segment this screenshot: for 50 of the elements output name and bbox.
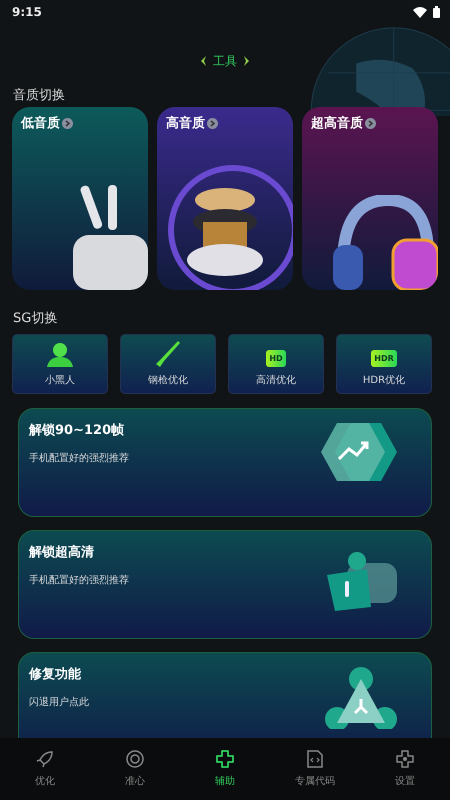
badge-icon: HD xyxy=(266,350,286,367)
status-time: 9:15 xyxy=(12,5,42,19)
nav-tab[interactable]: 优化 xyxy=(10,750,80,788)
target-icon xyxy=(126,750,144,768)
arrow-circle-icon xyxy=(207,118,218,128)
quality-card[interactable]: 低音质 xyxy=(12,107,148,290)
chevron-left-icon xyxy=(200,56,207,66)
settings-icon xyxy=(396,750,414,768)
section-title: SG切换 xyxy=(12,310,58,327)
mode-label: HDR优化 xyxy=(362,374,406,387)
page-title: 工具 xyxy=(213,52,237,70)
rocket-icon xyxy=(36,750,54,768)
rifle-icon xyxy=(156,341,180,367)
cross-icon xyxy=(216,750,234,768)
feature-subtitle: 手机配置好的强烈推荐 xyxy=(29,452,129,465)
badge-icon: HDR xyxy=(371,350,397,367)
feature-title: 修复功能 xyxy=(29,666,82,683)
feature-card[interactable]: 修复功能 闪退用户点此 xyxy=(18,652,432,738)
section-title: 音质切换 xyxy=(12,87,66,104)
wifi-icon xyxy=(413,6,427,18)
quality-card[interactable]: 超高音质 xyxy=(302,107,438,290)
quality-label: 高音质 xyxy=(166,114,205,132)
arrow-circle-icon xyxy=(365,118,376,128)
feature-subtitle: 手机配置好的强烈推荐 xyxy=(29,574,129,587)
trend-hexagon-icon xyxy=(321,423,397,481)
nav-tab[interactable]: 辅助 xyxy=(190,750,260,788)
mode-tile[interactable]: HD 高清优化 xyxy=(228,334,324,394)
mode-tile[interactable]: HDR HDR优化 xyxy=(336,334,432,394)
chevron-right-icon xyxy=(243,56,250,66)
person-icon xyxy=(47,343,73,367)
mode-label: 高清优化 xyxy=(256,374,296,387)
mode-label: 钢枪优化 xyxy=(148,374,188,387)
battery-icon xyxy=(433,6,440,18)
feature-title: 解锁90~120帧 xyxy=(29,422,126,439)
feature-card[interactable]: 解锁90~120帧 手机配置好的强烈推荐 xyxy=(18,408,432,517)
mode-label: 小黑人 xyxy=(45,374,75,387)
nav-tab[interactable]: 准心 xyxy=(100,750,170,788)
feature-subtitle: 闪退用户点此 xyxy=(29,696,89,709)
quality-label: 超高音质 xyxy=(311,114,363,132)
arrow-circle-icon xyxy=(62,118,73,128)
quality-label: 低音质 xyxy=(21,114,60,132)
quality-card[interactable]: 高音质 xyxy=(157,107,293,290)
nav-tab[interactable]: 设置 xyxy=(370,750,440,788)
nav-tab[interactable]: 专属代码 xyxy=(280,750,350,788)
mode-tile[interactable]: 钢枪优化 xyxy=(120,334,216,394)
code-file-icon xyxy=(307,750,323,768)
feature-card[interactable]: 解锁超高清 手机配置好的强烈推荐 xyxy=(18,530,432,639)
feature-title: 解锁超高清 xyxy=(29,544,95,561)
mode-tile[interactable]: 小黑人 xyxy=(12,334,108,394)
network-nodes-icon xyxy=(325,667,397,729)
